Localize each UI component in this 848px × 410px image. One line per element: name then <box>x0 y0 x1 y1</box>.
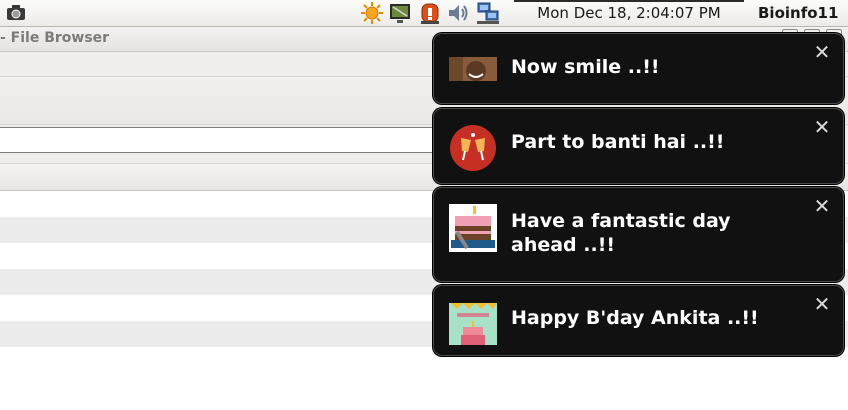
window-title: - File Browser <box>0 30 110 46</box>
notification-bubble[interactable]: Happy B'day Ankita ..!! ✕ <box>433 285 844 356</box>
weather-sun-icon[interactable] <box>360 1 384 25</box>
notification-message: Part to banti hai ..!! <box>511 131 725 153</box>
happy-birthday-card-thumbnail <box>449 301 497 345</box>
network-icon[interactable] <box>476 1 500 25</box>
portrait-thumbnail <box>449 49 497 81</box>
notification-message: Now smile ..!! <box>511 56 660 78</box>
cake-icon <box>449 204 497 252</box>
close-icon[interactable]: ✕ <box>813 117 831 137</box>
location-input[interactable] <box>0 127 460 153</box>
notification-message: Happy B'day Ankita ..!! <box>511 307 759 329</box>
user-name[interactable]: Bioinfo11 <box>758 0 838 26</box>
cheers-icon <box>450 125 496 171</box>
close-icon[interactable]: ✕ <box>813 42 831 62</box>
close-icon[interactable]: ✕ <box>813 294 831 314</box>
portrait-icon <box>449 57 497 81</box>
camera-icon[interactable] <box>6 4 26 22</box>
top-panel: Mon Dec 18, 2:04:07 PM Bioinfo11 <box>0 0 848 27</box>
notification-message: Have a fantastic day ahead ..!! <box>511 210 731 256</box>
cheers-glasses-thumbnail <box>449 124 497 172</box>
display-icon[interactable] <box>388 1 412 25</box>
notification-bubble[interactable]: Now smile ..!! ✕ <box>433 33 844 104</box>
alert-siren-icon[interactable] <box>418 1 442 25</box>
birthday-card-icon <box>449 303 497 345</box>
panel-clock[interactable]: Mon Dec 18, 2:04:07 PM <box>514 0 744 26</box>
volume-icon[interactable] <box>446 1 470 25</box>
close-icon[interactable]: ✕ <box>813 196 831 216</box>
notification-bubble[interactable]: Have a fantastic day ahead ..!! ✕ <box>433 187 844 282</box>
birthday-cake-thumbnail <box>449 204 497 252</box>
notification-bubble[interactable]: Part to banti hai ..!! ✕ <box>433 108 844 184</box>
